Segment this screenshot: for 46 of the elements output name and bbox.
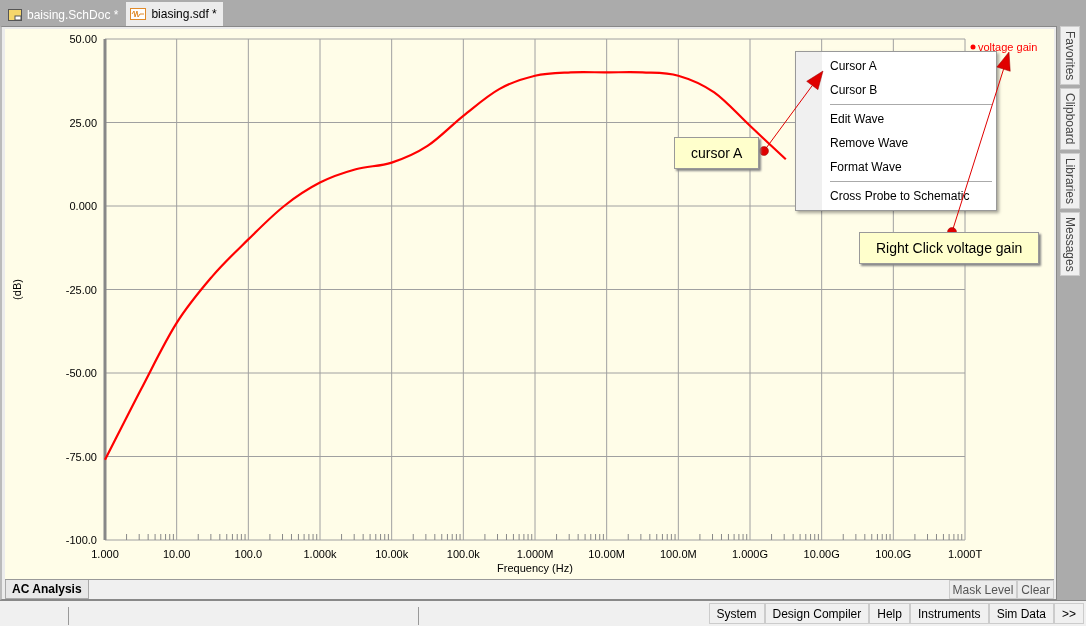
axis-tick-label: 100.0 [234, 548, 263, 560]
toolbar-button[interactable]: Clear [1017, 580, 1054, 599]
axis-tick-label: -75.00 [65, 450, 97, 463]
side-panel-tab[interactable]: Favorites [1060, 26, 1080, 86]
status-bar-button[interactable]: System [708, 603, 765, 624]
side-panel-tab[interactable]: Messages [1060, 211, 1080, 277]
menu-item[interactable]: Cursor A [796, 54, 996, 78]
axis-tick-label: 10.00G [803, 548, 840, 560]
axis-tick-label: -50.00 [65, 367, 97, 379]
callout-note: cursor A [674, 137, 760, 169]
legend-label: voltage gain [978, 41, 1038, 53]
document-tab[interactable]: biasing.sdf * [126, 2, 223, 26]
status-bar-button[interactable]: Instruments [909, 603, 989, 624]
side-panel-tab[interactable]: Libraries [1060, 152, 1080, 209]
status-bar-button[interactable]: >> [1054, 603, 1084, 624]
status-bar-button[interactable]: Design Compiler [764, 603, 870, 624]
axis-tick-label: 1.000G [731, 548, 769, 560]
callout-note: Right Click voltage gain [859, 232, 1040, 264]
menu-item[interactable]: Format Wave [796, 155, 996, 179]
axis-title: Frequency (Hz) [497, 562, 573, 574]
menu-item[interactable]: Edit Wave [796, 107, 996, 131]
menu-item[interactable]: Cursor B [796, 78, 996, 102]
axis-tick-label: 1.000 [91, 548, 119, 560]
toolbar-button[interactable]: Mask Level [948, 580, 1018, 599]
schematic-document-icon [8, 9, 22, 21]
axis-tick-label: -100.0 [65, 534, 97, 546]
waveform-document-icon [130, 8, 147, 20]
axis-tick-label: 0.000 [69, 200, 97, 212]
axis-tick-label: 100.0G [875, 548, 912, 560]
axis-tick-label: 25.00 [69, 116, 97, 129]
side-panel-tab[interactable]: Clipboard [1060, 88, 1080, 150]
axis-tick-label: 1.000M [516, 548, 554, 560]
axis-tick-label: 100.0k [446, 548, 480, 560]
axis-tick-label: 1.000k [303, 548, 337, 560]
axis-tick-label: 10.00k [375, 548, 409, 560]
axis-tick-label: 100.0M [660, 548, 697, 560]
axis-title: (dB) [11, 279, 23, 300]
status-bar-button[interactable]: Help [869, 603, 910, 624]
status-bar-button[interactable]: Sim Data [988, 603, 1054, 624]
axis-tick-label: 1.000T [947, 548, 983, 560]
axis-tick-label: 10.00M [588, 548, 625, 560]
axis-tick-label: 10.00 [162, 548, 191, 560]
analysis-tab[interactable]: AC Analysis [5, 580, 89, 599]
axis-tick-label: -25.00 [65, 283, 97, 296]
axis-tick-label: 50.00 [69, 33, 97, 45]
menu-item[interactable]: Remove Wave [796, 131, 996, 155]
